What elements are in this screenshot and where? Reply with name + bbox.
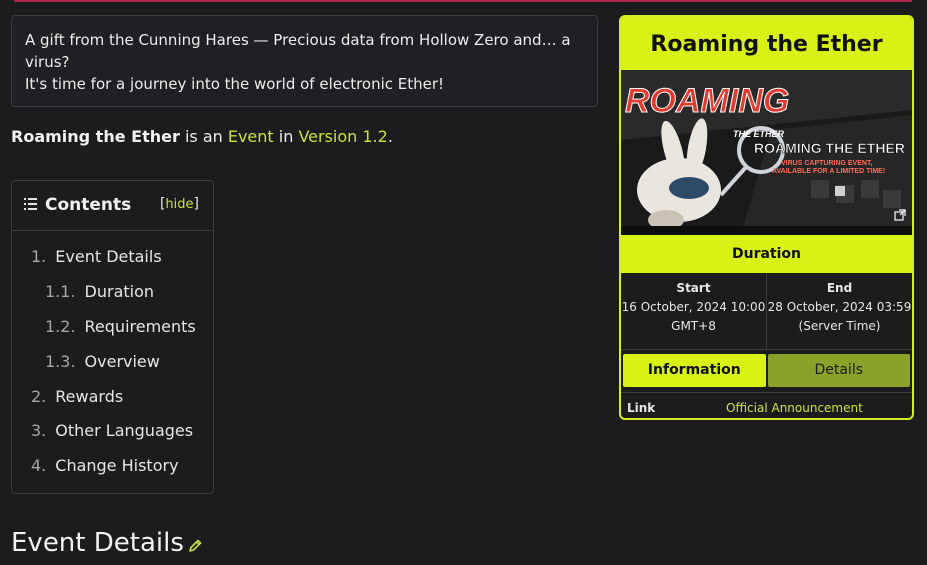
infobox-tabs: Information Details: [621, 352, 912, 389]
toc-item-duration[interactable]: 1.1. Duration: [45, 282, 154, 301]
toc-title: Contents: [45, 195, 132, 215]
toc-item-label: Other Languages: [55, 421, 194, 440]
banner-logo-text: ROAMING: [625, 82, 789, 120]
expand-icon[interactable]: [894, 209, 906, 221]
quote-line-1: A gift from the Cunning Hares — Precious…: [25, 31, 571, 71]
toc-item-overview[interactable]: 1.3. Overview: [45, 352, 160, 371]
toc-hide-bracket-close: ]: [193, 196, 199, 212]
event-banner-image[interactable]: ROAMING THE ETHER ROAMING THE ETHER VIRU…: [621, 70, 912, 235]
start-label: Start: [676, 281, 711, 295]
official-announcement-link[interactable]: Official Announcement: [726, 401, 863, 415]
intro-text-1: is an: [179, 127, 228, 146]
banner-sub-1: VIRUS CAPTURING EVENT,: [781, 160, 872, 167]
toc-item-number: 1.3.: [45, 352, 76, 371]
banner-artwork: ROAMING THE ETHER ROAMING THE ETHER VIRU…: [621, 70, 912, 235]
link-label: Link: [627, 401, 656, 415]
event-link[interactable]: Event: [228, 127, 274, 146]
toc-item-number: 2.: [31, 387, 47, 406]
toc-item-label: Event Details: [55, 247, 162, 266]
toc-header: Contents [hide]: [12, 181, 213, 231]
intro-sentence: Roaming the Ether is an Event in Version…: [11, 127, 393, 146]
toc-item-label: Requirements: [84, 317, 196, 336]
toc-hide-toggle[interactable]: [hide]: [160, 196, 199, 212]
version-link[interactable]: Version 1.2: [298, 127, 387, 146]
start-value: 16 October, 2024 10:00 GMT+8: [621, 300, 766, 333]
start-cell: Start 16 October, 2024 10:00 GMT+8: [621, 273, 766, 349]
section-heading-event-details: Event Details: [11, 528, 184, 558]
event-quote: A gift from the Cunning Hares — Precious…: [11, 15, 598, 107]
end-label: End: [826, 281, 853, 295]
toc-item-number: 3.: [31, 421, 47, 440]
toc-item-number: 1.: [31, 247, 47, 266]
list-icon: [24, 198, 37, 210]
end-value: 28 October, 2024 03:59 (Server Time): [767, 300, 912, 333]
toc-item-number: 1.2.: [45, 317, 76, 336]
duration-header: Duration: [621, 235, 912, 273]
quote-line-2: It's time for a journey into the world o…: [25, 75, 445, 93]
toc-item-number: 1.1.: [45, 282, 76, 301]
end-cell: End 28 October, 2024 03:59 (Server Time): [766, 273, 912, 349]
toc-item-rewards[interactable]: 2. Rewards: [31, 387, 123, 406]
toc-item-event-details[interactable]: 1. Event Details: [31, 247, 162, 266]
banner-headline: ROAMING THE ETHER: [754, 140, 905, 156]
tab-information[interactable]: Information: [623, 354, 766, 387]
toc-hide-link[interactable]: hide: [165, 197, 193, 212]
pencil-icon[interactable]: [187, 538, 203, 554]
table-of-contents: Contents [hide] 1. Event Details 1.1. Dura…: [11, 180, 214, 494]
link-row: Link Official Announcement: [621, 392, 912, 418]
banner-sub-2: AVAILABLE FOR A LIMITED TIME!: [772, 168, 885, 175]
toc-item-other-languages[interactable]: 3. Other Languages: [31, 421, 193, 440]
intro-title: Roaming the Ether: [11, 127, 180, 146]
toc-item-label: Overview: [84, 352, 160, 371]
infobox-title: Roaming the Ether: [621, 17, 912, 70]
event-infobox: Roaming the Ether ROAMING THE ETHER ROAM…: [619, 15, 914, 420]
banner-small-title: THE ETHER: [733, 129, 785, 139]
toc-item-requirements[interactable]: 1.2. Requirements: [45, 317, 196, 336]
toc-item-change-history[interactable]: 4. Change History: [31, 456, 179, 475]
toc-item-number: 4.: [31, 456, 47, 475]
duration-row: Start 16 October, 2024 10:00 GMT+8 End 2…: [621, 273, 912, 350]
toc-item-label: Change History: [55, 456, 179, 475]
top-divider: [14, 0, 912, 2]
intro-text-2: in: [273, 127, 299, 146]
intro-text-3: .: [387, 127, 393, 146]
toc-item-label: Rewards: [55, 387, 124, 406]
toc-item-label: Duration: [84, 282, 155, 301]
tab-details[interactable]: Details: [767, 354, 910, 387]
